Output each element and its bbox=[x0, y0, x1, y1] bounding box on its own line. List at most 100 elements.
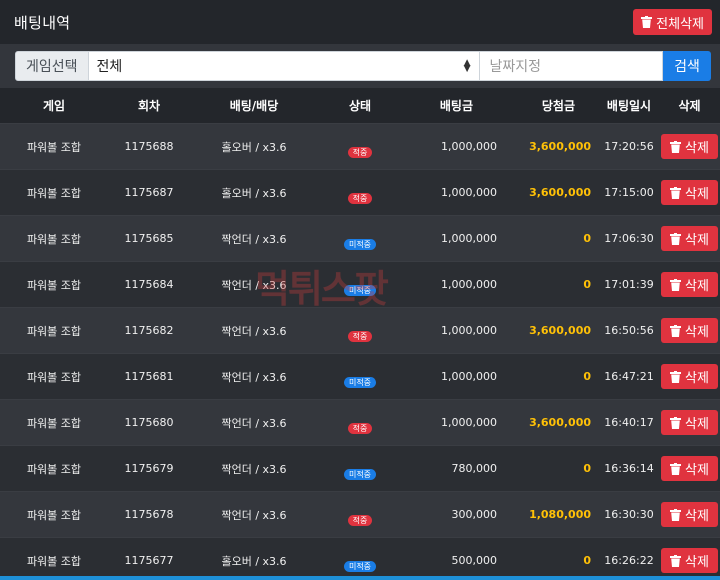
game-cell: 파워볼 조합 bbox=[0, 537, 108, 576]
column-header: 배팅일시 bbox=[599, 88, 659, 124]
amount-cell: 1,000,000 bbox=[402, 261, 505, 308]
delete-button[interactable]: 삭제 bbox=[661, 134, 718, 159]
game-cell: 파워볼 조합 bbox=[0, 169, 108, 216]
game-cell: 파워볼 조합 bbox=[0, 261, 108, 308]
status-cell: 미적중 bbox=[318, 353, 402, 400]
payout-cell: 3,600,000 bbox=[505, 169, 599, 216]
game-select[interactable]: 전체 ▲ ▼ bbox=[88, 51, 480, 81]
trash-icon bbox=[670, 324, 682, 337]
time-cell: 16:50:56 bbox=[599, 307, 659, 354]
status-badge: 미적중 bbox=[343, 239, 377, 250]
game-cell: 파워볼 조합 bbox=[0, 445, 108, 492]
time-cell: 16:36:14 bbox=[599, 445, 659, 492]
delete-all-button[interactable]: 전체삭제 bbox=[633, 9, 712, 35]
time-cell: 17:15:00 bbox=[599, 169, 659, 216]
bet-cell: 홀오버 / x3.6 bbox=[190, 537, 318, 576]
delete-button[interactable]: 삭제 bbox=[661, 364, 718, 389]
status-badge: 적중 bbox=[347, 193, 373, 204]
delete-button[interactable]: 삭제 bbox=[661, 410, 718, 435]
table-row: 파워볼 조합 1175681 짝언더 / x3.6 미적중 1,000,000 0 16:4… bbox=[0, 353, 720, 400]
round-cell: 1175688 bbox=[108, 123, 190, 170]
payout-cell: 0 bbox=[505, 445, 599, 492]
status-cell: 적중 bbox=[318, 399, 402, 446]
table-row: 파워볼 조합 1175684 짝언더 / x3.6 미적중 1,000,000 0 17:0… bbox=[0, 261, 720, 308]
delete-button[interactable]: 삭제 bbox=[661, 226, 718, 251]
delete-label: 삭제 bbox=[685, 555, 709, 570]
delete-button[interactable]: 삭제 bbox=[661, 180, 718, 205]
table-row: 파워볼 조합 1175678 짝언더 / x3.6 적중 300,000 1,080,00… bbox=[0, 491, 720, 538]
search-button[interactable]: 검색 bbox=[663, 51, 711, 81]
delete-cell: 삭제 bbox=[659, 445, 720, 492]
delete-cell: 삭제 bbox=[659, 307, 720, 354]
delete-cell: 삭제 bbox=[659, 353, 720, 400]
date-input[interactable]: 날짜지정 bbox=[479, 51, 663, 81]
delete-button[interactable]: 삭제 bbox=[661, 318, 718, 343]
chevron-updown-icon: ▲ ▼ bbox=[463, 58, 471, 74]
delete-label: 삭제 bbox=[685, 325, 709, 340]
delete-label: 삭제 bbox=[685, 371, 709, 386]
column-header: 삭제 bbox=[659, 88, 720, 124]
status-badge: 미적중 bbox=[343, 469, 377, 480]
table-row: 파워볼 조합 1175687 홀오버 / x3.6 적중 1,000,000 3,600,… bbox=[0, 169, 720, 216]
round-cell: 1175680 bbox=[108, 399, 190, 446]
delete-all-label: 전체삭제 bbox=[656, 16, 704, 32]
game-select-label: 게임선택 bbox=[15, 51, 89, 81]
bet-cell: 짝언더 / x3.6 bbox=[190, 353, 318, 400]
round-cell: 1175685 bbox=[108, 215, 190, 262]
column-header: 배팅금 bbox=[402, 88, 505, 124]
delete-label: 삭제 bbox=[685, 509, 709, 524]
bet-cell: 홀오버 / x3.6 bbox=[190, 123, 318, 170]
time-cell: 16:30:30 bbox=[599, 491, 659, 538]
table-row: 파워볼 조합 1175677 홀오버 / x3.6 미적중 500,000 0 16:26:… bbox=[0, 537, 720, 576]
game-cell: 파워볼 조합 bbox=[0, 491, 108, 538]
status-cell: 적중 bbox=[318, 123, 402, 170]
time-cell: 16:26:22 bbox=[599, 537, 659, 576]
table-header-row: 게임 회차 배팅/배당 상태 배팅금 당첨금 배팅일시 삭제 bbox=[0, 88, 720, 124]
delete-cell: 삭제 bbox=[659, 123, 720, 170]
delete-label: 삭제 bbox=[685, 141, 709, 156]
status-cell: 적중 bbox=[318, 307, 402, 354]
bet-cell: 홀오버 / x3.6 bbox=[190, 169, 318, 216]
panel-header: 배팅내역 전체삭제 bbox=[0, 0, 720, 44]
status-cell: 미적중 bbox=[318, 537, 402, 576]
delete-label: 삭제 bbox=[685, 187, 709, 202]
trash-icon bbox=[641, 16, 653, 28]
delete-button[interactable]: 삭제 bbox=[661, 456, 718, 481]
status-badge: 적중 bbox=[347, 331, 373, 342]
bet-cell: 짝언더 / x3.6 bbox=[190, 445, 318, 492]
amount-cell: 1,000,000 bbox=[402, 353, 505, 400]
status-badge: 적중 bbox=[347, 423, 373, 434]
time-cell: 17:01:39 bbox=[599, 261, 659, 308]
game-cell: 파워볼 조합 bbox=[0, 123, 108, 170]
trash-icon bbox=[670, 140, 682, 153]
status-cell: 미적중 bbox=[318, 261, 402, 308]
trash-icon bbox=[670, 232, 682, 245]
delete-label: 삭제 bbox=[685, 417, 709, 432]
time-cell: 16:40:17 bbox=[599, 399, 659, 446]
delete-button[interactable]: 삭제 bbox=[661, 272, 718, 297]
delete-label: 삭제 bbox=[685, 279, 709, 294]
delete-cell: 삭제 bbox=[659, 215, 720, 262]
payout-cell: 0 bbox=[505, 353, 599, 400]
trash-icon bbox=[670, 370, 682, 383]
game-cell: 파워볼 조합 bbox=[0, 353, 108, 400]
payout-cell: 0 bbox=[505, 537, 599, 576]
table-row: 파워볼 조합 1175685 짝언더 / x3.6 미적중 1,000,000 0 17:0… bbox=[0, 215, 720, 262]
amount-cell: 1,000,000 bbox=[402, 399, 505, 446]
round-cell: 1175678 bbox=[108, 491, 190, 538]
game-cell: 파워볼 조합 bbox=[0, 215, 108, 262]
round-cell: 1175682 bbox=[108, 307, 190, 354]
bet-cell: 짝언더 / x3.6 bbox=[190, 307, 318, 354]
delete-button[interactable]: 삭제 bbox=[661, 548, 718, 573]
status-cell: 적중 bbox=[318, 491, 402, 538]
status-badge: 미적중 bbox=[343, 285, 377, 296]
payout-cell: 3,600,000 bbox=[505, 307, 599, 354]
status-cell: 미적중 bbox=[318, 215, 402, 262]
bet-cell: 짝언더 / x3.6 bbox=[190, 215, 318, 262]
amount-cell: 500,000 bbox=[402, 537, 505, 576]
delete-button[interactable]: 삭제 bbox=[661, 502, 718, 527]
amount-cell: 1,000,000 bbox=[402, 123, 505, 170]
trash-icon bbox=[670, 416, 682, 429]
amount-cell: 300,000 bbox=[402, 491, 505, 538]
column-header: 상태 bbox=[318, 88, 402, 124]
